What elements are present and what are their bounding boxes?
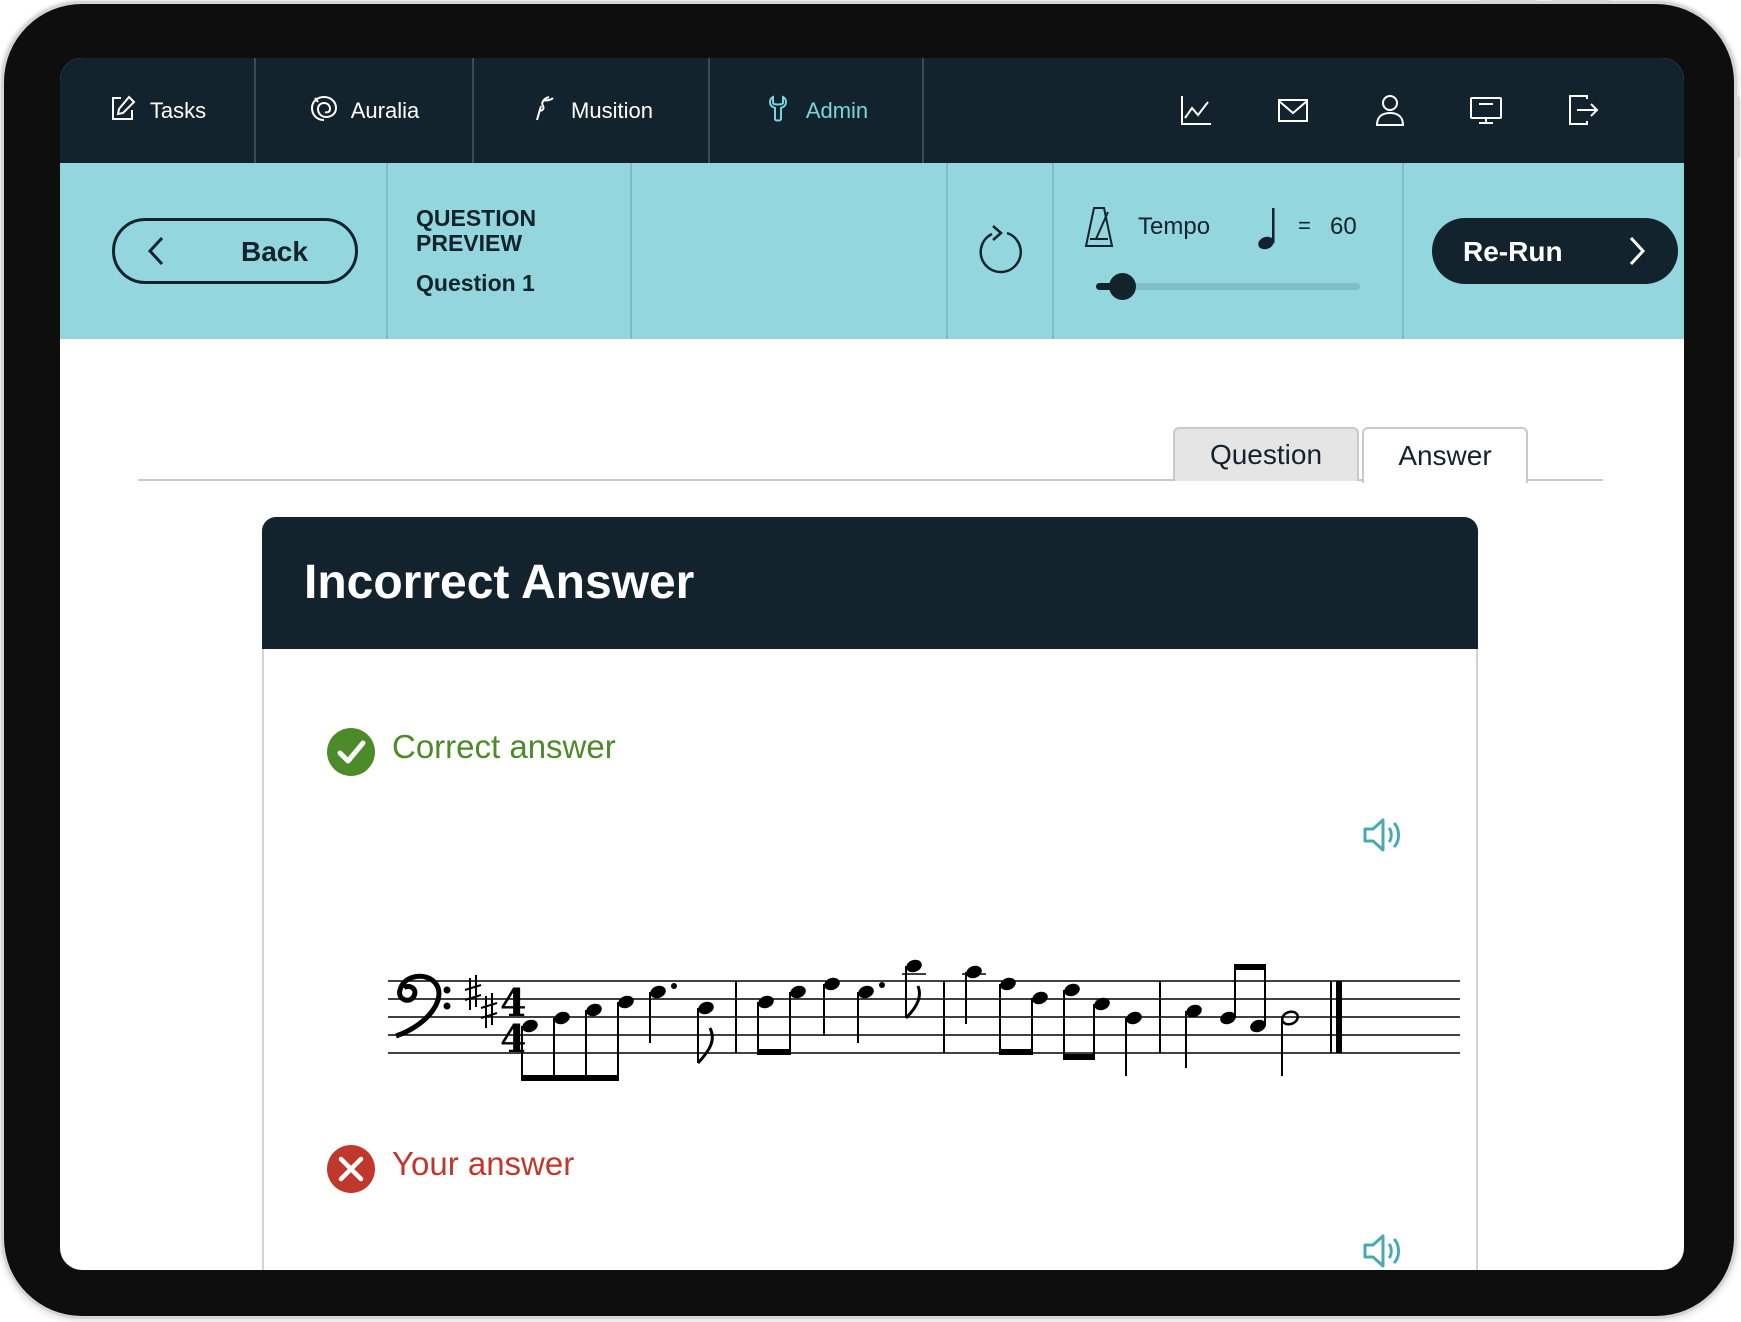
nav-admin[interactable]: Admin	[710, 58, 924, 163]
back-label: Back	[241, 236, 308, 267]
chevron-left-icon	[141, 235, 173, 267]
top-nav: Tasks Auralia Musition Admin	[60, 58, 1684, 163]
toolbar-divider	[630, 163, 632, 339]
notes-measure-1	[521, 983, 714, 1081]
preview-title: QUESTION PREVIEW	[416, 205, 537, 256]
correct-answer-label: Correct answer	[392, 728, 616, 765]
correct-answer-score: 44	[388, 928, 1466, 1088]
your-answer-label: Your answer	[392, 1145, 575, 1182]
tab-label: Question	[1209, 439, 1323, 470]
toolbar-divider	[1402, 163, 1404, 339]
nav-label: Musition	[571, 97, 653, 123]
nav-musition[interactable]: Musition	[474, 58, 710, 163]
tab-answer[interactable]: Answer	[1362, 427, 1528, 483]
back-button[interactable]: Back	[112, 218, 358, 284]
nav-tasks[interactable]: Tasks	[60, 58, 256, 163]
power-button	[1552, 0, 1610, 2]
nav-label: Admin	[805, 97, 869, 123]
bass-clef	[395, 973, 451, 1039]
tab-label: Answer	[1398, 440, 1492, 471]
staff-lines	[388, 980, 1460, 1054]
nav-auralia[interactable]: Auralia	[256, 58, 474, 163]
speaker-icon[interactable]	[1362, 815, 1406, 855]
rerun-button[interactable]: Re-Run	[1432, 218, 1678, 284]
tablet-frame: Tasks Auralia Musition Admin Back QUESTI…	[4, 0, 1740, 1316]
notes-measure-2	[757, 959, 926, 1055]
app-screen: Tasks Auralia Musition Admin Back QUESTI…	[60, 58, 1684, 1270]
nav-label: Auralia	[350, 97, 420, 123]
speaker-icon[interactable]	[1362, 1231, 1406, 1270]
cross-icon	[326, 1144, 376, 1194]
result-title: Incorrect Answer	[304, 556, 695, 609]
chevron-right-icon	[1620, 235, 1652, 267]
tempo-label: Tempo	[1138, 213, 1211, 240]
rerun-label: Re-Run	[1463, 236, 1563, 267]
check-icon	[326, 727, 376, 777]
question-toolbar: Back QUESTION PREVIEW Question 1 Tempo =…	[60, 163, 1684, 339]
volume-button	[1479, 0, 1537, 2]
replay-icon[interactable]	[971, 220, 1033, 282]
musition-logo-icon	[529, 93, 559, 129]
metronome-icon	[1084, 206, 1114, 248]
tab-question[interactable]: Question	[1173, 427, 1359, 481]
question-label: Question 1	[416, 270, 535, 296]
wrench-icon	[764, 93, 794, 129]
nav-label: Tasks	[149, 97, 207, 123]
toolbar-divider	[1052, 163, 1054, 339]
tempo-equals: =	[1298, 213, 1311, 238]
quarter-note-icon	[1256, 206, 1280, 250]
auralia-logo-icon	[309, 93, 339, 129]
mail-icon[interactable]	[1275, 92, 1311, 128]
tempo-value: 60	[1330, 213, 1357, 240]
logout-icon[interactable]	[1565, 92, 1601, 128]
edit-icon	[108, 93, 138, 129]
tempo-slider-thumb[interactable]	[1108, 273, 1136, 300]
chart-icon[interactable]	[1178, 92, 1214, 128]
side-button	[1735, 96, 1740, 158]
toolbar-divider	[946, 163, 948, 339]
toolbar-divider	[386, 163, 388, 339]
user-icon[interactable]	[1372, 92, 1408, 128]
monitor-icon[interactable]	[1468, 92, 1504, 128]
